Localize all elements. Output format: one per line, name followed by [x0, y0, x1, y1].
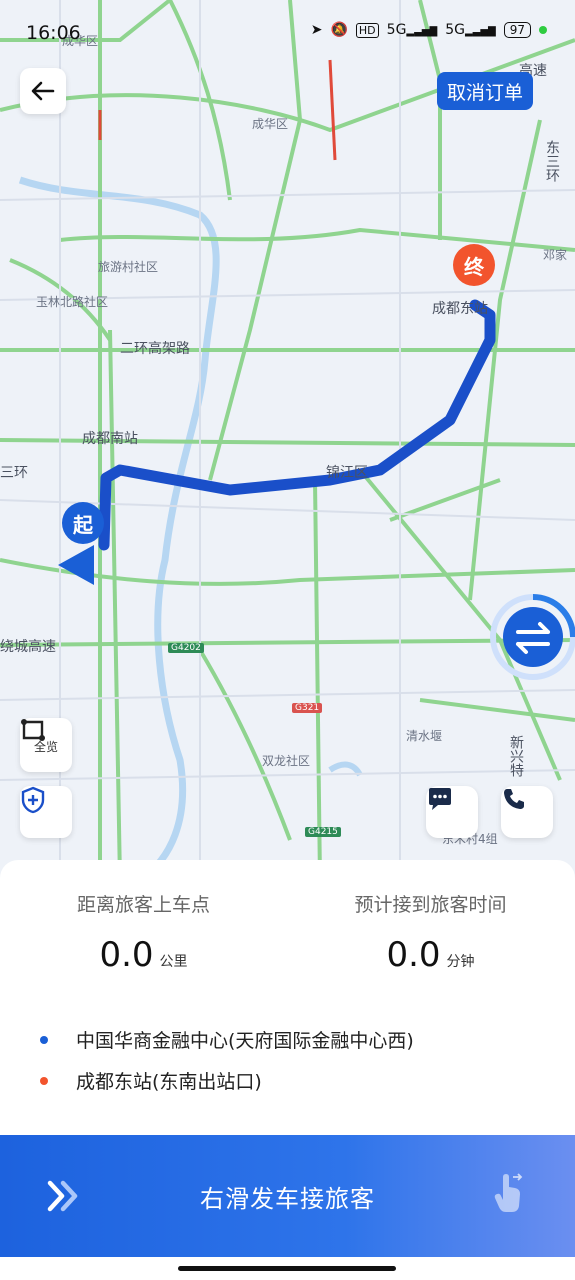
- map-label: 成都南站: [82, 431, 138, 447]
- pickup-dot-icon: [40, 1035, 48, 1044]
- road-shield: G321: [292, 703, 323, 713]
- phone-icon: [504, 789, 524, 809]
- map-label: 清水堰: [406, 729, 443, 743]
- map-label: 成都东站: [432, 301, 488, 317]
- pickup-address: 中国华商金融中心(天府国际金融中心西): [40, 1026, 414, 1053]
- home-indicator: [178, 1266, 396, 1271]
- active-indicator-icon: [539, 26, 547, 34]
- map-label: 旅游村社区: [98, 260, 159, 274]
- cancel-order-button[interactable]: 取消订单: [436, 72, 533, 110]
- distance-unit: 公里: [159, 954, 188, 970]
- overview-button[interactable]: 全览: [20, 718, 72, 772]
- pickup-label: 中国华商金融中心(天府国际金融中心西): [76, 1030, 414, 1052]
- distance-title: 距离旅客上车点: [76, 894, 210, 916]
- overview-icon: [21, 719, 45, 741]
- map-label: 锦江区: [326, 465, 368, 481]
- status-bar: 16:06 ➤ 🔕 HD 5G▂▃▅▇ 5G▂▃▅▇ 97: [0, 0, 575, 66]
- eta-unit: 分钟: [446, 954, 475, 970]
- back-button[interactable]: [20, 68, 66, 114]
- location-arrow-icon: ➤: [310, 22, 323, 38]
- map-label: 东三环: [544, 140, 560, 182]
- 5g-signal-icon: 5G▂▃▅▇: [445, 22, 496, 38]
- end-marker: 终: [453, 244, 495, 286]
- road-shield: G4215: [305, 827, 341, 837]
- map-label: 玉林北路社区: [36, 295, 109, 309]
- eta-value: 0.0: [386, 935, 441, 975]
- battery-icon: 97: [503, 22, 531, 38]
- double-chevron-right-icon[interactable]: [46, 1179, 80, 1213]
- destination-dot-icon: [40, 1076, 48, 1085]
- chat-bubble-icon: [429, 788, 451, 810]
- map-view[interactable]: 成华区 成华区 旅游村社区 玉林北路社区 二环高架路 成都南站 锦江区 三环 成…: [0, 0, 575, 880]
- vehicle-position-icon: [58, 545, 94, 585]
- safety-button[interactable]: [20, 786, 72, 838]
- map-label: 成华区: [252, 117, 289, 131]
- status-time: 16:06: [26, 22, 81, 44]
- map-label: 三环: [0, 465, 28, 481]
- eta-metric: 预计接到旅客时间 0.0 分钟: [287, 890, 574, 975]
- destination-address: 成都东站(东南出站口): [40, 1067, 262, 1094]
- distance-metric: 距离旅客上车点 0.0 公里: [0, 890, 287, 975]
- road-shield: G4202: [168, 643, 204, 653]
- message-button[interactable]: [426, 786, 478, 838]
- eta-title: 预计接到旅客时间: [354, 894, 507, 916]
- slide-label: 右滑发车接旅客: [200, 1184, 375, 1213]
- route-switch-button[interactable]: [488, 592, 575, 682]
- distance-value: 0.0: [99, 935, 154, 975]
- map-label: 新兴特: [508, 735, 524, 777]
- mute-bell-icon: 🔕: [330, 22, 348, 38]
- swipe-hand-icon: [494, 1173, 523, 1212]
- map-label: 邓家: [543, 248, 568, 262]
- shield-plus-icon: [21, 786, 45, 814]
- back-arrow-icon: [31, 81, 55, 101]
- hd-icon: HD: [355, 22, 379, 38]
- call-button[interactable]: [501, 786, 553, 838]
- 5g-signal-icon: 5G▂▃▅▇: [386, 22, 438, 38]
- map-label: 绕城高速: [0, 639, 56, 655]
- map-label: 双龙社区: [262, 754, 311, 768]
- destination-label: 成都东站(东南出站口): [76, 1071, 262, 1093]
- slide-to-depart-bar[interactable]: 右滑发车接旅客: [0, 1135, 575, 1257]
- start-marker: 起: [62, 502, 104, 544]
- map-label: 二环高架路: [120, 341, 190, 357]
